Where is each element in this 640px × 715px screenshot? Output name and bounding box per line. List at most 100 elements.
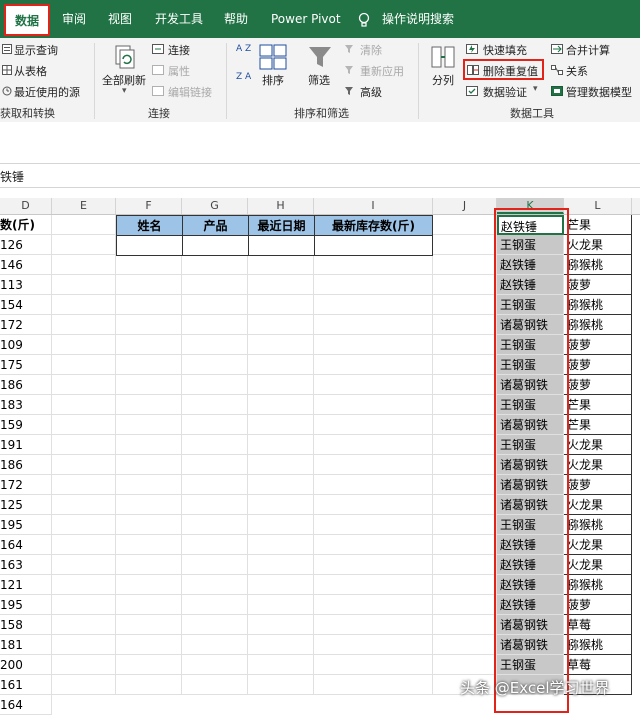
tab-power-pivot[interactable]: Power Pivot — [271, 0, 341, 38]
cell-f[interactable] — [116, 295, 182, 315]
cell-d-header[interactable]: 数(斤) — [0, 215, 52, 235]
cell-e[interactable] — [52, 335, 116, 355]
cell-d-value[interactable]: 158 — [0, 615, 52, 635]
cell-f[interactable] — [116, 535, 182, 555]
cell-g[interactable] — [182, 355, 248, 375]
cell-f[interactable] — [116, 655, 182, 675]
cell-i[interactable] — [314, 415, 433, 435]
cell-i[interactable] — [314, 455, 433, 475]
cell-j[interactable] — [433, 435, 497, 455]
cell-h[interactable] — [248, 275, 314, 295]
input-stock-cell[interactable] — [314, 235, 433, 256]
header-product[interactable]: 产品 — [182, 215, 249, 236]
cell-d-value[interactable]: 200 — [0, 655, 52, 675]
cell-l-product[interactable]: 草莓 — [564, 655, 632, 675]
sort-ascending-icon[interactable]: A Z — [236, 44, 251, 54]
cell-e[interactable] — [52, 215, 116, 235]
cell-f[interactable] — [116, 615, 182, 635]
cell-i[interactable] — [314, 435, 433, 455]
cell-f[interactable] — [116, 555, 182, 575]
relationships-button[interactable]: 关系 — [566, 63, 588, 79]
cell-h[interactable] — [248, 455, 314, 475]
cell-f[interactable] — [116, 595, 182, 615]
formula-bar[interactable]: 铁锤 — [0, 163, 640, 188]
cell-j[interactable] — [433, 595, 497, 615]
cell-i[interactable] — [314, 395, 433, 415]
cell-l-product[interactable]: 猕猴桃 — [564, 295, 632, 315]
cell-h[interactable] — [248, 675, 314, 695]
cell-e[interactable] — [52, 315, 116, 335]
cell-d-value[interactable]: 164 — [0, 695, 52, 715]
cell-j[interactable] — [433, 475, 497, 495]
cell-h[interactable] — [248, 655, 314, 675]
cell-d-value[interactable]: 161 — [0, 675, 52, 695]
cell-g[interactable] — [182, 515, 248, 535]
cell-d-value[interactable]: 183 — [0, 395, 52, 415]
cell-h[interactable] — [248, 495, 314, 515]
cell-j[interactable] — [433, 575, 497, 595]
cell-h[interactable] — [248, 595, 314, 615]
cell-g[interactable] — [182, 555, 248, 575]
cell-f[interactable] — [116, 315, 182, 335]
column-header-g[interactable]: G — [182, 198, 248, 214]
cell-g[interactable] — [182, 635, 248, 655]
cell-f[interactable] — [116, 635, 182, 655]
cell-h[interactable] — [248, 415, 314, 435]
cell-h[interactable] — [248, 395, 314, 415]
cell-e[interactable] — [52, 435, 116, 455]
cell-h[interactable] — [248, 295, 314, 315]
cell-f[interactable] — [116, 355, 182, 375]
cell-d-value[interactable]: 172 — [0, 475, 52, 495]
cell-j[interactable] — [433, 535, 497, 555]
from-table-button[interactable]: 从表格 — [14, 63, 47, 79]
cell-d-value[interactable]: 125 — [0, 495, 52, 515]
column-header-j[interactable]: J — [433, 198, 497, 214]
cell-l-product[interactable]: 火龙果 — [564, 535, 632, 555]
column-header-i[interactable]: I — [314, 198, 433, 214]
cell-g[interactable] — [182, 475, 248, 495]
cell-i[interactable] — [314, 255, 433, 275]
cell-f[interactable] — [116, 395, 182, 415]
cell-j[interactable] — [433, 455, 497, 475]
cell-d-value[interactable]: 175 — [0, 355, 52, 375]
cell-e[interactable] — [52, 535, 116, 555]
cell-d-value[interactable]: 146 — [0, 255, 52, 275]
cell-l-product[interactable]: 火龙果 — [564, 435, 632, 455]
cell-d-value[interactable]: 191 — [0, 435, 52, 455]
cell-j[interactable] — [433, 615, 497, 635]
formula-bar-value[interactable]: 铁锤 — [0, 168, 24, 185]
show-queries-button[interactable]: 显示查询 — [14, 42, 58, 58]
cell-h[interactable] — [248, 535, 314, 555]
cell-e[interactable] — [52, 475, 116, 495]
cell-j[interactable] — [433, 275, 497, 295]
cell-l-product[interactable]: 芒果 — [564, 415, 632, 435]
cell-f[interactable] — [116, 575, 182, 595]
cell-h[interactable] — [248, 475, 314, 495]
cell-g[interactable] — [182, 455, 248, 475]
cell-i[interactable] — [314, 635, 433, 655]
cell-g[interactable] — [182, 435, 248, 455]
cell-h[interactable] — [248, 575, 314, 595]
cell-l-product[interactable]: 菠萝 — [564, 375, 632, 395]
cell-f[interactable] — [116, 375, 182, 395]
cell-f[interactable] — [116, 335, 182, 355]
cell-g[interactable] — [182, 575, 248, 595]
cell-d-value[interactable]: 195 — [0, 515, 52, 535]
cell-i[interactable] — [314, 535, 433, 555]
cell-e[interactable] — [52, 615, 116, 635]
cell-g[interactable] — [182, 495, 248, 515]
cell-j[interactable] — [433, 375, 497, 395]
cell-e[interactable] — [52, 375, 116, 395]
cell-i[interactable] — [314, 375, 433, 395]
cell-e[interactable] — [52, 355, 116, 375]
cell-l-product[interactable]: 菠萝 — [564, 335, 632, 355]
cell-h[interactable] — [248, 555, 314, 575]
column-header-h[interactable]: H — [248, 198, 314, 214]
tab-view[interactable]: 视图 — [108, 0, 132, 38]
cell-i[interactable] — [314, 655, 433, 675]
cell-l-product[interactable]: 菠萝 — [564, 275, 632, 295]
header-latest-stock[interactable]: 最新库存数(斤) — [314, 215, 433, 236]
cell-g[interactable] — [182, 535, 248, 555]
cell-f[interactable] — [116, 495, 182, 515]
cell-l-product[interactable]: 猕猴桃 — [564, 515, 632, 535]
